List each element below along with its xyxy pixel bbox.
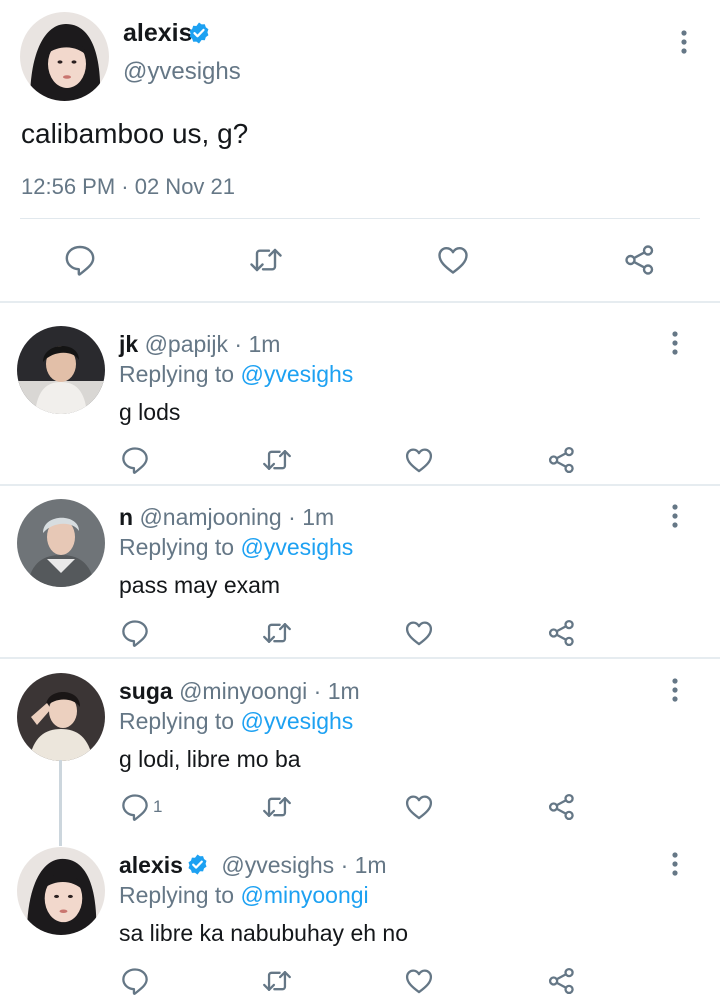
replying-label: Replying to [119, 882, 235, 908]
reply-text: pass may exam [119, 572, 281, 598]
retweet-icon[interactable] [249, 243, 283, 277]
divider [0, 301, 720, 303]
reply-header: jk @papijk · 1m [119, 329, 280, 359]
replying-to: Replying to @yvesighs [119, 359, 353, 389]
reply-age[interactable]: 1m [302, 504, 334, 530]
replying-to: Replying to @yvesighs [119, 532, 353, 562]
more-vertical-icon[interactable] [661, 676, 689, 704]
reply-icon[interactable] [63, 243, 97, 277]
user-handle[interactable]: @yvesighs [123, 57, 241, 87]
reply-count: 1 [153, 797, 163, 816]
heart-icon[interactable] [404, 445, 434, 475]
more-vertical-icon[interactable] [661, 850, 689, 878]
retweet-icon[interactable] [262, 445, 292, 475]
reply-tweet[interactable]: jk @papijk · 1m Replying to @yvesighs g … [0, 305, 720, 479]
reply-age[interactable]: 1m [355, 852, 387, 878]
avatar[interactable] [20, 12, 109, 101]
retweet-icon[interactable] [262, 618, 292, 648]
share-icon[interactable] [547, 445, 577, 475]
more-vertical-icon[interactable] [661, 329, 689, 357]
reply-icon[interactable] [120, 445, 150, 475]
verified-badge-icon [186, 853, 209, 876]
tweet-timestamp[interactable]: 12:56 PM · 02 Nov 21 [21, 172, 235, 202]
share-icon[interactable] [547, 792, 577, 822]
separator: · [340, 852, 349, 878]
reply-icon[interactable] [120, 618, 150, 648]
display-name[interactable]: alexis [119, 852, 183, 878]
reply-age[interactable]: 1m [248, 331, 280, 357]
reply-header: n @namjooning · 1m [119, 502, 334, 532]
mention-link[interactable]: @minyoongi [240, 882, 368, 908]
more-vertical-icon[interactable] [661, 502, 689, 530]
retweet-icon[interactable] [262, 792, 292, 822]
user-handle[interactable]: @papijk [145, 331, 228, 357]
avatar[interactable] [17, 326, 105, 414]
main-tweet: alexis @yvesighs calibamboo us, g? 12:56… [0, 0, 720, 303]
verified-badge-icon [187, 21, 211, 45]
user-handle[interactable]: @namjooning [139, 504, 281, 530]
heart-icon[interactable] [404, 966, 434, 996]
mention-link[interactable]: @yvesighs [240, 534, 353, 560]
user-handle[interactable]: @minyoongi [179, 678, 307, 704]
share-icon[interactable] [623, 243, 657, 277]
reply-text: sa libre ka nabubuhay eh no [119, 920, 408, 946]
mention-link[interactable]: @yvesighs [240, 708, 353, 734]
more-vertical-icon[interactable] [670, 28, 698, 56]
replying-to: Replying to @yvesighs [119, 706, 353, 736]
tweet-text: calibamboo us, g? [21, 118, 249, 149]
reply-age[interactable]: 1m [328, 678, 360, 704]
avatar[interactable] [17, 673, 105, 761]
divider [20, 218, 700, 219]
avatar[interactable] [17, 847, 105, 935]
heart-icon[interactable] [404, 792, 434, 822]
mention-link[interactable]: @yvesighs [240, 361, 353, 387]
display-name[interactable]: alexis [123, 18, 193, 48]
reply-text: g lodi, libre mo ba [119, 746, 301, 772]
user-handle[interactable]: @yvesighs [221, 852, 334, 878]
reply-tweet[interactable]: suga @minyoongi · 1m Replying to @yvesig… [0, 652, 720, 826]
reply-text: g lods [119, 399, 181, 425]
display-name[interactable]: suga [119, 678, 173, 704]
reply-tweet[interactable]: alexis @yvesighs · 1m Replying to @minyo… [0, 826, 720, 1000]
separator: · [288, 504, 296, 530]
replying-label: Replying to [119, 708, 235, 734]
separator: · [234, 331, 243, 357]
replying-label: Replying to [119, 534, 235, 560]
share-icon[interactable] [547, 618, 577, 648]
reply-tweet[interactable]: n @namjooning · 1m Replying to @yvesighs… [0, 478, 720, 652]
display-name[interactable]: n [119, 504, 133, 530]
heart-icon[interactable] [436, 243, 470, 277]
replying-label: Replying to [119, 361, 235, 387]
replying-to: Replying to @minyoongi [119, 880, 369, 910]
reply-icon[interactable] [120, 966, 150, 996]
avatar[interactable] [17, 499, 105, 587]
heart-icon[interactable] [404, 618, 434, 648]
retweet-icon[interactable] [262, 966, 292, 996]
reply-icon[interactable] [120, 792, 150, 822]
reply-header: suga @minyoongi · 1m [119, 676, 360, 706]
separator: · [313, 678, 322, 704]
display-name[interactable]: jk [119, 331, 138, 357]
share-icon[interactable] [547, 966, 577, 996]
reply-header: alexis @yvesighs · 1m [119, 850, 387, 880]
